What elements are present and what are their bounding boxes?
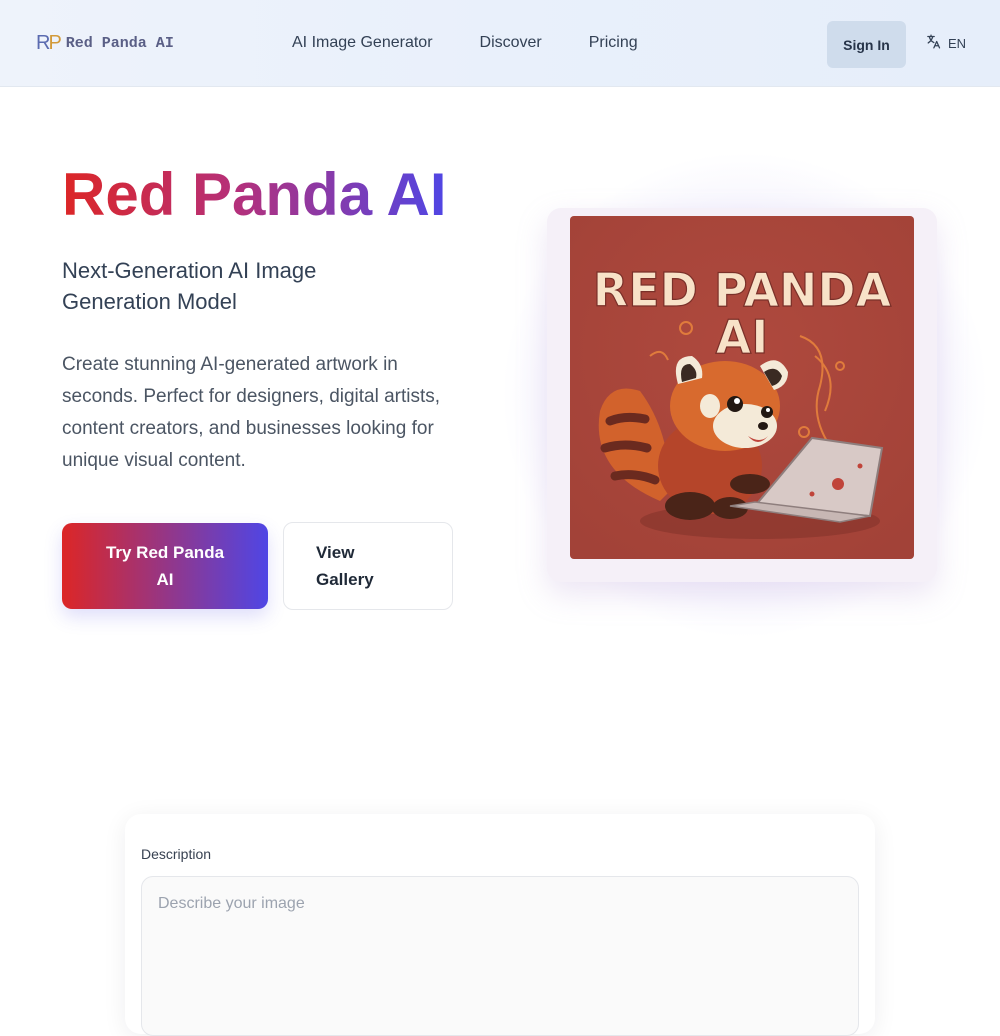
- hero-subtitle: Next-Generation AI Image Generation Mode…: [62, 258, 317, 314]
- logo-mark: RP: [36, 32, 62, 54]
- description-textarea[interactable]: [141, 876, 859, 1036]
- art-title-line1: RED PANDA: [593, 263, 892, 317]
- nav-ai-image-generator[interactable]: AI Image Generator: [292, 34, 433, 52]
- hero-description: Create stunning AI-generated artwork in …: [62, 354, 441, 471]
- logo[interactable]: RP Red Panda AI: [36, 32, 174, 54]
- nav-discover[interactable]: Discover: [480, 34, 542, 52]
- top-navbar: RP Red Panda AI AI Image Generator Disco…: [0, 0, 1000, 87]
- try-red-panda-button[interactable]: Try Red Panda AI: [62, 523, 268, 609]
- language-label: EN: [948, 35, 967, 51]
- description-label: Description: [141, 846, 212, 862]
- art-title-line2: AI: [716, 310, 769, 364]
- translate-icon: [925, 33, 942, 53]
- sign-in-button[interactable]: Sign In: [827, 21, 906, 68]
- view-gallery-button[interactable]: View Gallery: [283, 522, 453, 610]
- logo-text: Red Panda AI: [65, 34, 174, 52]
- language-selector[interactable]: EN: [925, 33, 966, 53]
- hero-title: Red Panda AI: [62, 161, 447, 228]
- hero-image: RED PANDA AI: [570, 216, 914, 559]
- nav-pricing[interactable]: Pricing: [589, 34, 638, 52]
- main-nav: AI Image Generator Discover Pricing: [292, 34, 638, 52]
